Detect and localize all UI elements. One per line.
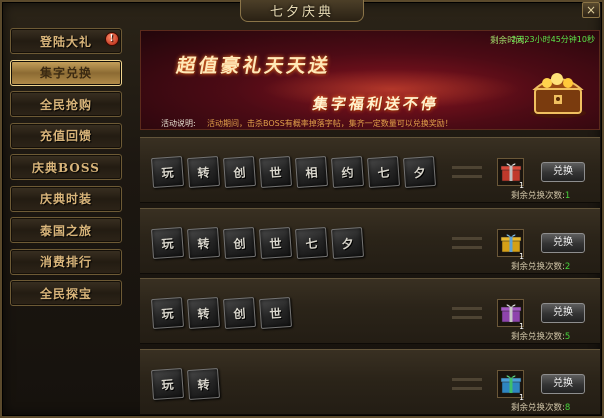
gift-box-icon	[500, 304, 521, 323]
word-tiles: 玩 转 创 世	[150, 296, 293, 330]
exchange-button[interactable]: 兑换	[541, 373, 585, 394]
sidebar-item-event-fashion[interactable]: 庆典时装	[10, 185, 122, 212]
word-tile: 创	[222, 226, 257, 259]
remaining-label: 剩余兑换次数:	[511, 261, 565, 272]
sidebar-item-label: 充值回馈	[39, 129, 92, 143]
remaining-count: 8	[564, 402, 571, 413]
word-tile: 玩	[150, 296, 185, 330]
word-tile: 转	[186, 296, 221, 330]
sidebar-item-label: 集字兑换	[39, 66, 92, 80]
exchange-row: 玩 转 创 世 1 兑换 剩余兑换次数:5	[140, 278, 600, 344]
word-tile: 创	[222, 155, 257, 189]
word-tile: 转	[186, 226, 221, 259]
exchange-button[interactable]: 兑换	[541, 303, 585, 323]
sidebar-item-label: 庆典BOSS	[32, 160, 100, 175]
sidebar-item-label: 泰国之旅	[39, 223, 92, 238]
word-tile: 玩	[150, 155, 185, 189]
sidebar-item-label: 全民探宝	[39, 286, 92, 301]
remaining-label: 剩余兑换次数:	[511, 191, 565, 201]
word-tile: 转	[186, 367, 221, 400]
word-tiles: 玩 转 创 世 相 约 七 夕	[150, 155, 437, 189]
word-tiles: 玩 转	[150, 367, 221, 400]
exchange-row: 玩 转 创 世 相 约 七 夕 1 兑换 剩余兑换次数:1	[140, 137, 600, 203]
banner-subheadline: 集字福利送不停	[311, 95, 441, 113]
word-tile: 创	[222, 296, 257, 330]
remaining-time-value: 2天23小时45分钟10秒	[511, 35, 595, 44]
window-title: 七夕庆典	[240, 0, 364, 22]
word-tile: 夕	[330, 226, 365, 259]
sidebar-item-word-exchange[interactable]: 集字兑换	[10, 59, 122, 86]
exchange-row: 玩 转 创 世 七 夕 1 兑换 剩余兑换次数:2	[140, 207, 600, 274]
word-tile: 玩	[150, 226, 185, 259]
word-tile: 七	[366, 155, 401, 189]
remaining-exchanges: 剩余兑换次数:1	[511, 189, 570, 201]
treasure-chest-icon	[530, 73, 586, 118]
remaining-exchanges: 剩余兑换次数:2	[511, 260, 570, 272]
event-description-label: 活动说明:	[161, 119, 196, 128]
sidebar-item-treasure-hunt[interactable]: 全民探宝	[10, 280, 122, 306]
sidebar-item-flash-sale[interactable]: 全民抢购	[10, 91, 122, 117]
word-tile: 世	[258, 296, 293, 330]
sidebar-item-spending-rank[interactable]: 消费排行	[10, 248, 122, 275]
sidebar-item-label: 全民抢购	[39, 97, 92, 112]
word-tile: 夕	[402, 155, 437, 189]
remaining-exchanges: 剩余兑换次数:5	[511, 330, 570, 342]
word-tile: 世	[258, 226, 293, 259]
sidebar-item-event-boss[interactable]: 庆典BOSS	[10, 154, 122, 180]
gift-box-icon	[500, 163, 521, 182]
remaining-count: 5	[564, 332, 571, 342]
word-tile: 世	[258, 155, 293, 189]
remaining-label: 剩余兑换次数:	[511, 332, 565, 342]
word-tile: 相	[294, 155, 329, 189]
equals-icon	[452, 166, 482, 178]
equals-icon	[452, 377, 482, 390]
word-tiles: 玩 转 创 世 七 夕	[150, 226, 365, 259]
gift-box-icon	[500, 375, 521, 393]
remaining-count: 1	[564, 191, 571, 201]
exchange-list: 玩 转 创 世 相 约 七 夕 1 兑换 剩余兑换次数:1 玩 转 创 世 七 …	[140, 137, 600, 418]
exchange-button[interactable]: 兑换	[541, 232, 585, 253]
banner-headline: 超值豪礼天天送	[174, 55, 333, 77]
remaining-count: 2	[564, 261, 571, 272]
close-button[interactable]: ×	[582, 2, 600, 18]
word-tile: 七	[294, 226, 329, 259]
gift-box-icon	[500, 234, 521, 252]
word-tile: 玩	[150, 367, 185, 400]
equals-icon	[452, 236, 482, 249]
sidebar-item-thailand-trip[interactable]: 泰国之旅	[10, 217, 122, 243]
equals-icon	[452, 307, 482, 319]
sidebar-item-login-gift[interactable]: 登陆大礼 !	[10, 28, 122, 54]
sidebar-item-label: 庆典时装	[39, 192, 92, 206]
word-tile: 转	[186, 155, 221, 189]
sidebar-item-label: 消费排行	[39, 255, 92, 269]
event-banner: 剩余时间: 2天23小时45分钟10秒 超值豪礼天天送 集字福利送不停 活动说明…	[140, 30, 600, 130]
remaining-exchanges: 剩余兑换次数:8	[511, 401, 570, 413]
exchange-row: 玩 转 1 兑换 剩余兑换次数:8	[140, 348, 600, 415]
sidebar-item-recharge-reward[interactable]: 充值回馈	[10, 122, 122, 149]
alert-icon: !	[105, 32, 119, 46]
remaining-label: 剩余兑换次数:	[511, 402, 565, 413]
sidebar-item-label: 登陆大礼	[39, 34, 92, 49]
event-description: 活动期间，击杀BOSS有概率掉落字帖，集齐一定数量可以兑换奖励！	[207, 119, 453, 128]
word-tile: 约	[330, 155, 365, 189]
sidebar: 登陆大礼 ! 集字兑换 全民抢购 充值回馈 庆典BOSS 庆典时装 泰国之旅 消…	[10, 28, 124, 312]
exchange-button[interactable]: 兑换	[541, 162, 585, 182]
